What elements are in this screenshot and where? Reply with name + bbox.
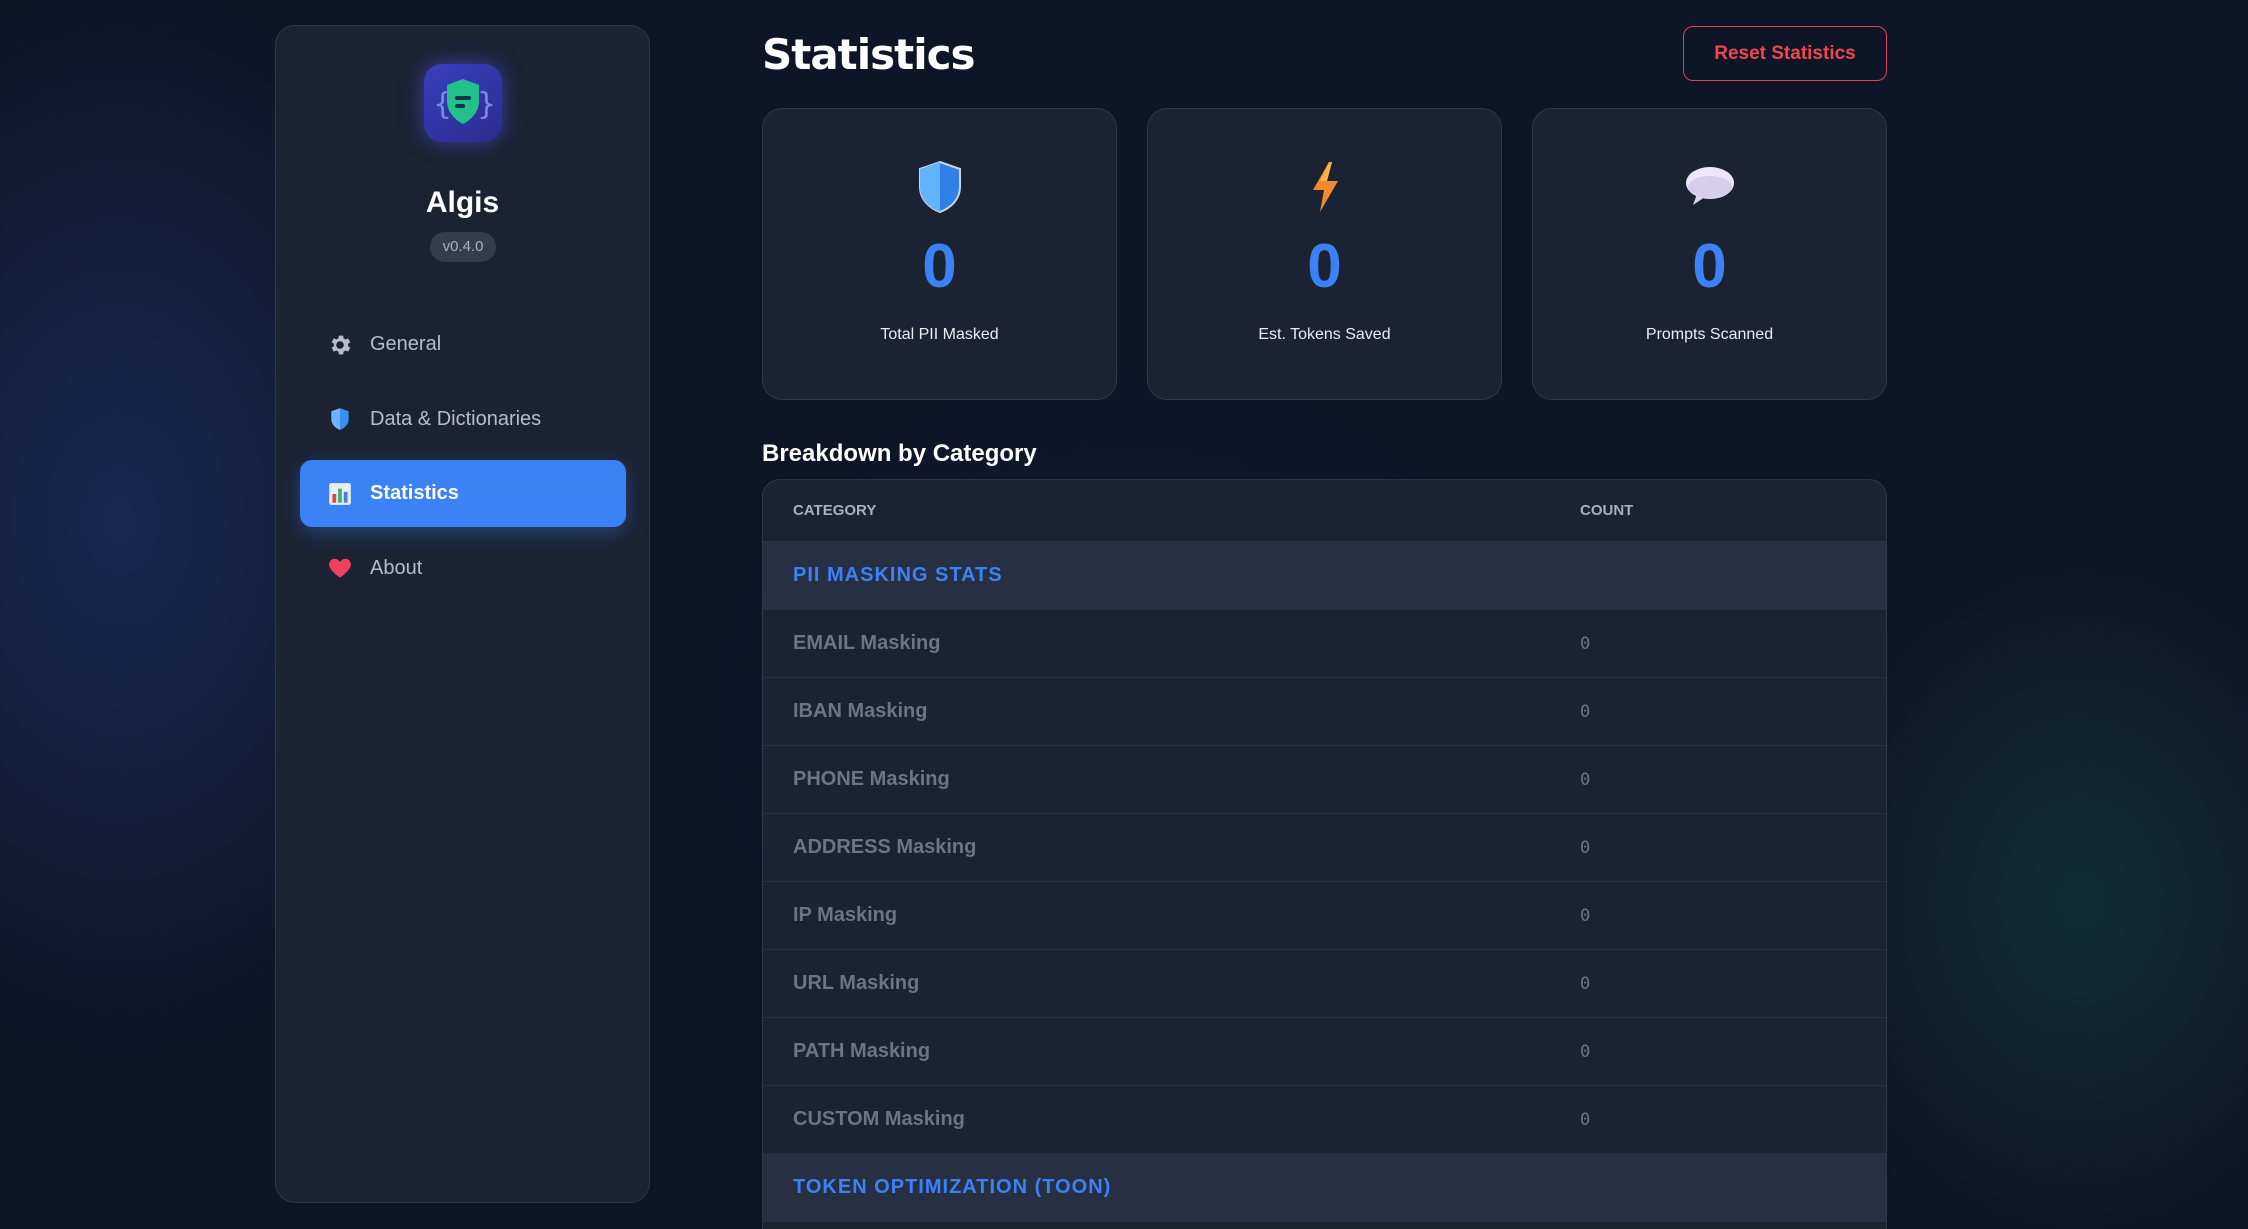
sidebar-item-general[interactable]: General bbox=[300, 311, 626, 378]
category-cell: PHONE Masking bbox=[793, 768, 950, 790]
app-name: Algis bbox=[425, 186, 500, 219]
group-row-pii-masking-stats: PII MASKING STATS bbox=[763, 542, 1886, 610]
stat-label: Est. Tokens Saved bbox=[1258, 326, 1391, 343]
column-header-count: COUNT bbox=[1580, 502, 1634, 519]
count-cell: 0 bbox=[1580, 973, 1591, 994]
sidebar-item-about[interactable]: About bbox=[300, 535, 626, 602]
stat-value: 0 bbox=[922, 232, 957, 301]
category-cell: IP Masking bbox=[793, 904, 898, 926]
sidebar-item-statistics[interactable]: Statistics bbox=[300, 460, 626, 527]
stat-label: Total PII Masked bbox=[880, 326, 999, 343]
table-row: EMAIL Masking 0 bbox=[763, 610, 1886, 678]
stat-card-total-pii-masked: 0 Total PII Masked bbox=[762, 108, 1117, 400]
count-cell: 0 bbox=[1580, 837, 1591, 858]
heart-icon bbox=[326, 554, 354, 582]
sidebar-item-label: General bbox=[370, 333, 442, 355]
table-row: URL Masking 0 bbox=[763, 950, 1886, 1018]
breakdown-title: Breakdown by Category bbox=[762, 440, 1037, 467]
breakdown-table: CATEGORY COUNT PII MASKING STATS EMAIL M… bbox=[762, 479, 1887, 1229]
category-cell: CUSTOM Masking bbox=[793, 1108, 965, 1130]
version-badge: v0.4.0 bbox=[430, 232, 496, 262]
stat-card-est-tokens-saved: 0 Est. Tokens Saved bbox=[1147, 108, 1502, 400]
sidebar-item-data-dictionaries[interactable]: Data & Dictionaries bbox=[300, 386, 626, 453]
group-label: TOKEN OPTIMIZATION (TOON) bbox=[793, 1176, 1112, 1198]
page-title: Statistics bbox=[762, 30, 976, 79]
speech-bubble-icon bbox=[1533, 159, 1886, 219]
count-cell: 0 bbox=[1580, 1109, 1591, 1130]
table-row: ADDRESS Masking 0 bbox=[763, 814, 1886, 882]
svg-text:}: } bbox=[477, 87, 496, 122]
sidebar-item-label: Statistics bbox=[370, 482, 459, 504]
table-row: PHONE Masking 0 bbox=[763, 746, 1886, 814]
count-cell: 0 bbox=[1580, 769, 1591, 790]
table-header: CATEGORY COUNT bbox=[763, 480, 1886, 542]
category-cell: IBAN Masking bbox=[793, 700, 928, 722]
table-row: IP Masking 0 bbox=[763, 882, 1886, 950]
shield-icon bbox=[763, 159, 1116, 219]
bar-chart-icon bbox=[326, 480, 354, 508]
category-cell: PATH Masking bbox=[793, 1040, 931, 1062]
category-cell: ADDRESS Masking bbox=[793, 836, 977, 858]
sidebar-nav: General Data & Dictionaries Statistics A… bbox=[300, 311, 626, 609]
count-cell: 0 bbox=[1580, 1041, 1591, 1062]
group-row-token-optimization: TOKEN OPTIMIZATION (TOON) bbox=[763, 1154, 1886, 1222]
stat-card-prompts-scanned: 0 Prompts Scanned bbox=[1532, 108, 1887, 400]
group-label: PII MASKING STATS bbox=[793, 564, 1003, 586]
stat-value: 0 bbox=[1692, 232, 1727, 301]
sidebar-item-label: About bbox=[370, 556, 423, 579]
table-row: PATH Masking 0 bbox=[763, 1018, 1886, 1086]
sidebar: { } Algis v0.4.0 General Data & Dictiona… bbox=[275, 25, 650, 1203]
table-row: CUSTOM Masking 0 bbox=[763, 1086, 1886, 1154]
app-logo-icon: { } bbox=[424, 64, 502, 142]
count-cell: 0 bbox=[1580, 701, 1591, 722]
table-row: IBAN Masking 0 bbox=[763, 678, 1886, 746]
category-cell: EMAIL Masking bbox=[793, 632, 941, 654]
lightning-icon bbox=[1148, 159, 1501, 219]
stat-value: 0 bbox=[1307, 232, 1342, 301]
count-cell: 0 bbox=[1580, 905, 1591, 926]
reset-statistics-button[interactable]: Reset Statistics bbox=[1683, 26, 1887, 81]
column-header-category: CATEGORY bbox=[793, 502, 877, 519]
stat-label: Prompts Scanned bbox=[1645, 326, 1774, 343]
category-cell: URL Masking bbox=[793, 972, 920, 994]
sidebar-item-label: Data & Dictionaries bbox=[370, 407, 542, 430]
shield-icon bbox=[326, 405, 354, 433]
count-cell: 0 bbox=[1580, 633, 1591, 654]
gear-icon bbox=[326, 331, 354, 359]
